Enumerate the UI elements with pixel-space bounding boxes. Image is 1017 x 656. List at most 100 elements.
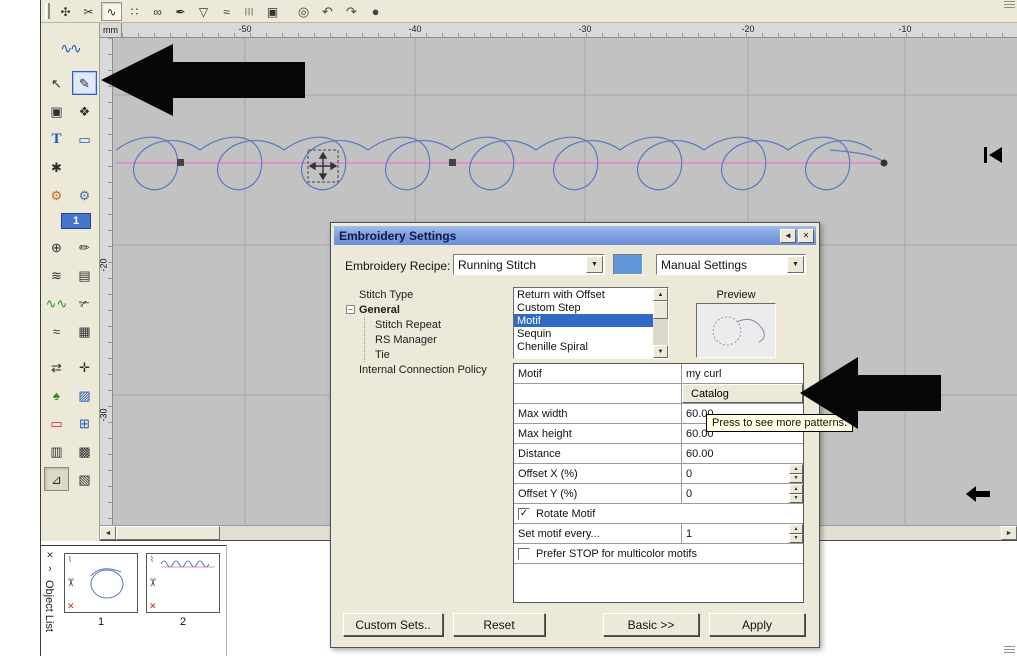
gears-tool[interactable]: ⚙ <box>72 183 97 207</box>
spin-up-icon[interactable]: ▲ <box>789 524 803 534</box>
list-item[interactable]: Chenille Spiral <box>514 340 668 353</box>
offset-y-spinner[interactable]: ▲▼ <box>789 484 803 503</box>
distance-value[interactable]: 60.00 <box>682 444 803 463</box>
pencil-tool[interactable]: ✏ <box>72 235 97 259</box>
stitch-type-listbox[interactable]: Return with Offset Custom Step Motif Seq… <box>513 287 669 359</box>
wrench-tool[interactable]: ⚙ <box>44 183 69 207</box>
stitches-tool[interactable]: ≈ <box>44 319 69 343</box>
center-tool[interactable]: ✛ <box>72 355 97 379</box>
barcode-icon[interactable]: ||| <box>239 2 260 21</box>
dropdown-arrow-icon[interactable]: ▼ <box>586 256 603 273</box>
redo-icon[interactable]: ↷ <box>341 2 362 21</box>
bezier-tool-icon[interactable]: ∿ <box>101 2 122 21</box>
scissors-icon[interactable]: ✂ <box>78 2 99 21</box>
wave-icon[interactable]: ≈ <box>216 2 237 21</box>
select-tool[interactable]: ↖ <box>44 71 69 95</box>
motif-name-value[interactable]: my curl <box>682 364 803 383</box>
clipboard-tool[interactable]: ▧ <box>72 467 97 491</box>
scroll-down-icon[interactable]: ▼ <box>653 345 668 358</box>
scrollbar-thumb[interactable] <box>653 301 668 319</box>
panel-expand-icon[interactable]: › <box>44 563 56 575</box>
scroll-up-icon[interactable]: ▲ <box>653 288 668 301</box>
list-item[interactable]: Custom Step <box>514 301 668 314</box>
knife-tool[interactable]: ✱ <box>44 155 69 179</box>
grid-tool[interactable]: ⊞ <box>72 411 97 435</box>
splitter-grip-bottom[interactable] <box>1004 646 1015 654</box>
object-thumbnail-2[interactable]: ⌇ ✂ ✕ <box>146 553 220 613</box>
edit-points-tool[interactable]: ✎ <box>72 71 97 95</box>
leaf-tool[interactable]: ♠ <box>44 383 69 407</box>
dialog-pin-button[interactable]: ◄ <box>780 229 796 243</box>
list-item[interactable]: Return with Offset <box>514 288 668 301</box>
toolbar-grip[interactable] <box>45 3 50 19</box>
frames-tool[interactable]: ▦ <box>72 319 97 343</box>
tree-item-tie[interactable]: Tie <box>365 347 511 362</box>
pens-tool[interactable]: ≋ <box>44 263 69 287</box>
end-node[interactable] <box>881 160 888 167</box>
dropdown-arrow-icon[interactable]: ▼ <box>787 256 804 273</box>
custom-sets-button[interactable]: Custom Sets.. <box>343 613 443 636</box>
tree-item-internal-connection-policy[interactable]: Internal Connection Policy <box>345 362 511 377</box>
set-motif-every-value[interactable]: 1 <box>686 528 692 540</box>
spin-down-icon[interactable]: ▼ <box>789 534 803 544</box>
offset-x-spinner[interactable]: ▲▼ <box>789 464 803 483</box>
recipe-combobox[interactable]: Running Stitch ▼ <box>453 254 605 275</box>
motif-squiggle-tool[interactable]: ∿∿ <box>45 35 95 61</box>
cut-curve-tool[interactable]: ✃ <box>72 291 97 315</box>
tree-item-rs-manager[interactable]: RS Manager <box>365 332 511 347</box>
filmstrip-tool[interactable]: ▤ <box>72 263 97 287</box>
image-tool[interactable]: ▨ <box>72 383 97 407</box>
object-thumbnail-1[interactable]: ⌇ ✂ ✕ <box>64 553 138 613</box>
record-icon[interactable]: ● <box>365 2 386 21</box>
apply-button[interactable]: Apply <box>709 613 805 636</box>
find-icon[interactable]: ∞ <box>147 2 168 21</box>
list-scrollbar[interactable]: ▲ ▼ <box>653 288 668 358</box>
list-item[interactable]: Sequin <box>514 327 668 340</box>
stamp-icon[interactable]: ▣ <box>262 2 283 21</box>
measure-tool[interactable]: ⊿ <box>44 467 69 491</box>
funnel-icon[interactable]: ▽ <box>193 2 214 21</box>
selection-handle[interactable] <box>177 159 184 166</box>
prefer-stop-checkbox[interactable] <box>518 548 530 560</box>
color-count-badge[interactable]: 1 <box>61 213 91 229</box>
stitch-colors-tool[interactable]: ∿∿ <box>44 291 69 315</box>
tree-item-general[interactable]: − General <box>345 302 511 317</box>
shape-tool[interactable]: ▭ <box>72 127 97 151</box>
transform-tool[interactable]: ❖ <box>72 99 97 123</box>
scroll-left-icon[interactable]: ◄ <box>100 526 116 540</box>
spin-down-icon[interactable]: ▼ <box>789 494 803 504</box>
scrollbar-thumb[interactable] <box>116 526 220 540</box>
text-tool[interactable]: T <box>44 127 69 151</box>
flower-tool-icon[interactable]: ✣ <box>55 2 76 21</box>
offset-y-value[interactable]: 0 <box>686 488 692 500</box>
dialog-close-button[interactable]: ✕ <box>798 229 814 243</box>
zoom-tool[interactable]: ⊕ <box>44 235 69 259</box>
tree-collapse-icon[interactable]: − <box>346 305 355 314</box>
selection-handle[interactable] <box>449 159 456 166</box>
splitter-grip-top[interactable] <box>1004 1 1015 9</box>
align-tool[interactable]: ⇄ <box>44 355 69 379</box>
tree-item-stitch-repeat[interactable]: Stitch Repeat <box>365 317 511 332</box>
catalog-button[interactable]: Catalog <box>682 384 803 403</box>
table-tool[interactable]: ▥ <box>44 439 69 463</box>
rotate-motif-checkbox[interactable]: ✓ <box>518 508 530 520</box>
outline-shape-tool[interactable]: ▭ <box>44 411 69 435</box>
settings-mode-combobox[interactable]: Manual Settings ▼ <box>656 254 806 275</box>
ring-icon[interactable]: ◎ <box>293 2 314 21</box>
spin-down-icon[interactable]: ▼ <box>789 474 803 484</box>
undo-icon[interactable]: ↶ <box>317 2 338 21</box>
dialog-titlebar[interactable]: Embroidery Settings ◄ ✕ <box>334 226 816 245</box>
basic-button[interactable]: Basic >> <box>603 613 699 636</box>
nodes-tool-icon[interactable]: ∷ <box>124 2 145 21</box>
spin-up-icon[interactable]: ▲ <box>789 464 803 474</box>
set-motif-every-spinner[interactable]: ▲▼ <box>789 524 803 543</box>
calligraphy-icon[interactable]: ✒ <box>170 2 191 21</box>
pattern-pencil-tool[interactable]: ▩ <box>72 439 97 463</box>
list-item-selected[interactable]: Motif <box>514 314 668 327</box>
reset-button[interactable]: Reset <box>453 613 545 636</box>
spin-up-icon[interactable]: ▲ <box>789 484 803 494</box>
redraw-tool[interactable]: ▣ <box>44 99 69 123</box>
scroll-right-icon[interactable]: ► <box>1001 526 1017 540</box>
offset-x-value[interactable]: 0 <box>686 468 692 480</box>
thread-color-swatch[interactable] <box>613 254 643 275</box>
